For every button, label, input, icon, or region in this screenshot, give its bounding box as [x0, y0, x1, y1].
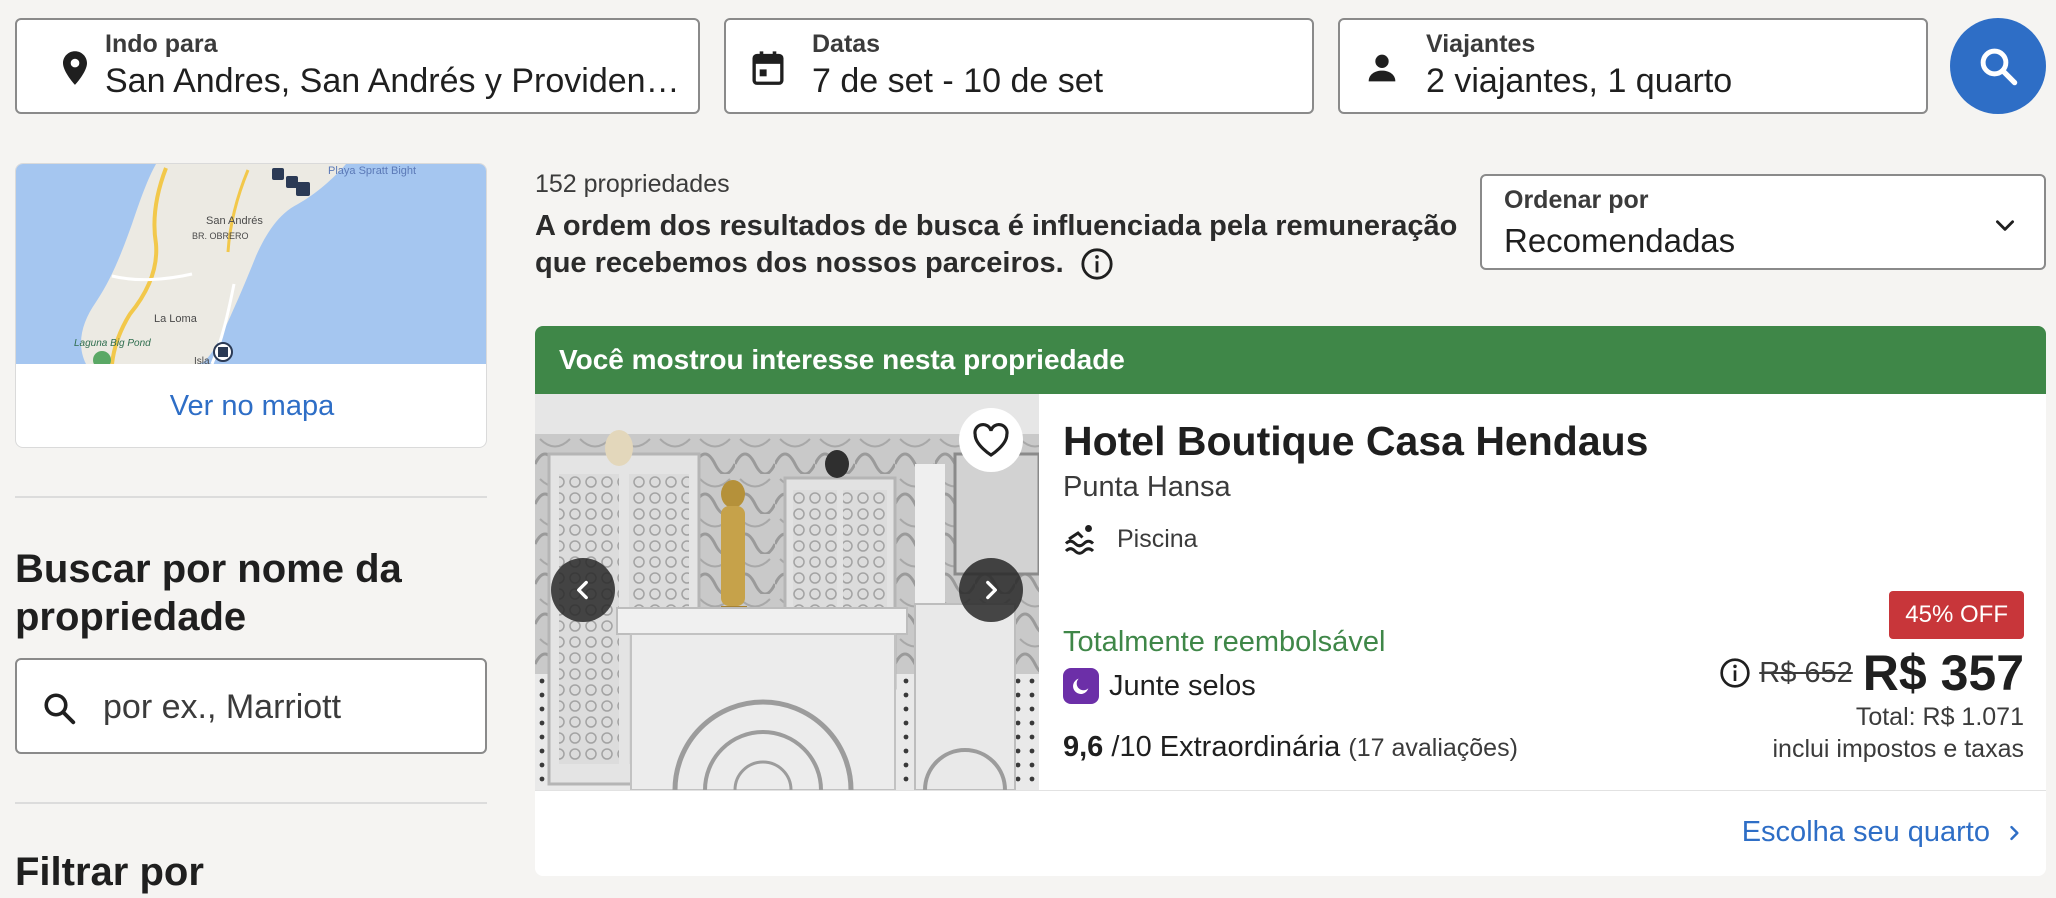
interest-banner: Você mostrou interesse nesta propriedade: [535, 326, 2046, 394]
refundable-label: Totalmente reembolsável: [1063, 626, 1386, 658]
rating-scale: /10: [1111, 731, 1152, 763]
stamps-label: Junte selos: [1063, 668, 1256, 704]
amenity-pool: Piscina: [1063, 522, 1198, 556]
map-card[interactable]: Playa Spratt Bight San Andrés BR. OBRERO…: [15, 163, 487, 448]
dates-value: 7 de set - 10 de set: [812, 62, 1104, 100]
ranking-disclaimer: A ordem dos resultados de busca é influe…: [535, 208, 1465, 282]
property-card[interactable]: Você mostrou interesse nesta propriedade: [535, 326, 2046, 876]
stamps-text: Junte selos: [1109, 669, 1256, 702]
current-price: R$ 357: [1862, 645, 2024, 701]
results-count: 152 propriedades: [535, 170, 730, 198]
favorite-button[interactable]: [959, 408, 1023, 472]
travelers-label: Viajantes: [1426, 30, 1536, 58]
chevron-left-icon: [577, 580, 588, 600]
moon-icon: [1063, 668, 1099, 704]
sidebar-divider: [15, 802, 487, 804]
location-pin-icon: [57, 50, 93, 86]
destination-field[interactable]: Indo para San Andres, San Andrés y Provi…: [15, 18, 700, 114]
next-photo-button[interactable]: [959, 558, 1023, 622]
pool-icon: [1064, 525, 1095, 555]
chevron-down-icon: [1996, 220, 2014, 231]
sort-dropdown[interactable]: Ordenar por Recomendadas: [1480, 174, 2046, 270]
dates-field[interactable]: Datas 7 de set - 10 de set: [724, 18, 1314, 114]
map-label-san-andres: San Andrés: [206, 215, 263, 227]
map-label-big-pond: Laguna Big Pond: [74, 338, 151, 349]
sidebar-divider: [15, 496, 487, 498]
search-icon: [44, 693, 76, 725]
chevron-right-icon: [2010, 825, 2019, 840]
previous-photo-button[interactable]: [551, 558, 615, 622]
guest-rating: 9,6 /10 Extraordinária (17 avaliações): [1063, 731, 1518, 764]
rating-label: Extraordinária: [1159, 731, 1341, 763]
map-label-obrero: BR. OBRERO: [192, 231, 249, 241]
filter-heading: Filtrar por: [15, 850, 204, 894]
destination-label: Indo para: [105, 30, 218, 58]
chevron-right-icon: [986, 580, 997, 600]
map-label-isla: Isla: [194, 356, 210, 364]
card-divider: [535, 790, 2046, 791]
destination-value: San Andres, San Andrés y Providencia, Co…: [105, 62, 685, 100]
choose-room-link[interactable]: Escolha seu quarto: [1742, 816, 2024, 849]
original-price: R$ 652: [1759, 656, 1853, 689]
search-button[interactable]: [1950, 18, 2046, 114]
rating-score: 9,6: [1063, 731, 1104, 763]
travelers-field[interactable]: Viajantes 2 viajantes, 1 quarto: [1338, 18, 1928, 114]
property-name[interactable]: Hotel Boutique Casa Hendaus: [1063, 418, 1648, 465]
price-row: R$ 652 R$ 357: [1719, 644, 2024, 702]
map-label-la-loma: La Loma: [154, 313, 198, 325]
sort-value: Recomendadas: [1504, 222, 1736, 259]
disclaimer-text: A ordem dos resultados de busca é influe…: [535, 210, 1458, 279]
person-icon: [1364, 50, 1400, 86]
heart-icon: [973, 423, 1009, 457]
name-search-input[interactable]: [103, 682, 473, 732]
info-icon[interactable]: [1080, 247, 1114, 281]
calendar-icon: [750, 50, 786, 86]
property-photo[interactable]: [535, 394, 1039, 790]
travelers-value: 2 viajantes, 1 quarto: [1426, 62, 1733, 100]
view-map-link[interactable]: Ver no mapa: [16, 364, 486, 447]
sort-label: Ordenar por: [1504, 186, 1649, 214]
choose-room-label: Escolha seu quarto: [1741, 816, 1990, 848]
amenity-label: Piscina: [1117, 524, 1198, 553]
review-count: (17 avaliações): [1348, 734, 1518, 762]
name-search-heading: Buscar por nome da propriedade: [15, 547, 402, 639]
info-icon[interactable]: [1719, 657, 1751, 689]
search-icon: [1980, 48, 2018, 86]
dates-label: Datas: [812, 30, 881, 58]
name-search-box[interactable]: [15, 658, 487, 754]
property-area: Punta Hansa: [1063, 471, 1231, 503]
discount-badge: 45% OFF: [1889, 591, 2024, 639]
total-price: Total: R$ 1.071: [1855, 703, 2024, 731]
map-preview: Playa Spratt Bight San Andrés BR. OBRERO…: [16, 164, 486, 364]
map-label-beach: Playa Spratt Bight: [328, 165, 416, 177]
taxes-note: inclui impostos e taxas: [1772, 735, 2024, 763]
